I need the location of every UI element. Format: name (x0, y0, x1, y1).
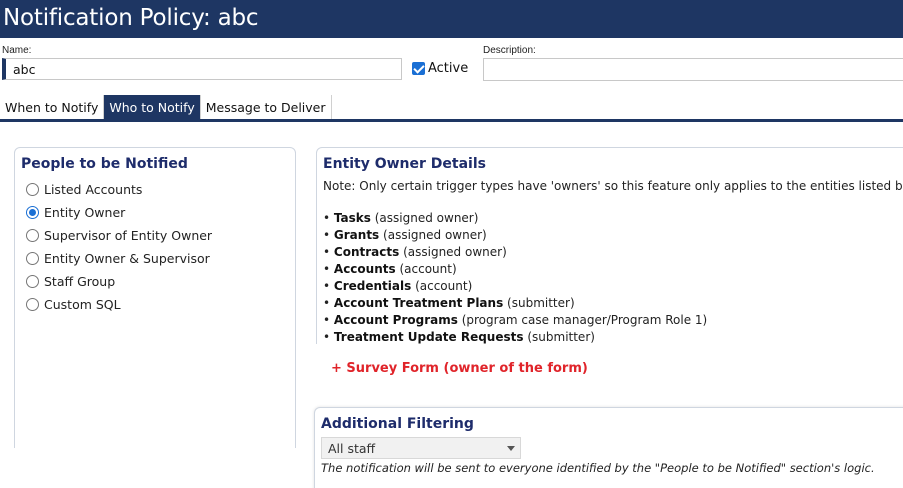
radio-listed-accounts[interactable]: Listed Accounts (26, 182, 142, 197)
entity-name: Account Programs (333, 313, 458, 327)
entity-name: Tasks (333, 211, 371, 225)
radio-button[interactable] (26, 298, 39, 311)
entity-list-item: • Credentials (account) (323, 279, 473, 293)
tab-when-to-notify[interactable]: When to Notify (0, 95, 105, 119)
name-field[interactable]: abc (2, 58, 402, 80)
radio-label: Listed Accounts (44, 182, 143, 197)
filtering-note: The notification will be sent to everyon… (321, 461, 875, 475)
tab-message-to-deliver[interactable]: Message to Deliver (200, 95, 332, 119)
radio-label: Entity Owner (44, 205, 126, 220)
name-label: Name: (2, 45, 32, 56)
active-label: Active (428, 60, 469, 76)
radio-button[interactable] (26, 183, 39, 196)
entity-name: Credentials (333, 279, 412, 293)
radio-entity-owner-and-supervisor[interactable]: Entity Owner & Supervisor (26, 251, 210, 266)
page-background (0, 448, 300, 488)
staff-filter-value: All staff (328, 441, 376, 456)
entity-list-item: • Accounts (account) (323, 262, 457, 276)
entity-detail: (assigned owner) (403, 245, 507, 259)
entity-list-item: • Tasks (assigned owner) (323, 211, 479, 225)
entity-detail: (submitter) (527, 330, 595, 344)
radio-staff-group[interactable]: Staff Group (26, 274, 115, 289)
tab-bar: When to Notify Who to Notify Message to … (0, 95, 332, 119)
radio-supervisor-of-entity-owner[interactable]: Supervisor of Entity Owner (26, 228, 212, 243)
entity-list-item: • Grants (assigned owner) (323, 228, 487, 242)
radio-button-selected[interactable] (26, 206, 39, 219)
entity-name: Grants (333, 228, 380, 242)
entity-detail: (submitter) (507, 296, 575, 310)
entity-name: Accounts (333, 262, 396, 276)
entity-list-item: • Contracts (assigned owner) (323, 245, 507, 259)
title-bar: Notification Policy: abc (0, 0, 903, 38)
entity-detail: (account) (399, 262, 457, 276)
active-checkbox[interactable] (412, 61, 425, 75)
tab-divider (0, 119, 903, 122)
description-field[interactable] (483, 58, 903, 81)
radio-custom-sql[interactable]: Custom SQL (26, 297, 121, 312)
staff-filter-select[interactable]: All staff (321, 437, 521, 459)
radio-button[interactable] (26, 252, 39, 265)
survey-form-item: + Survey Form (owner of the form) (331, 361, 588, 376)
chevron-down-icon (507, 446, 515, 451)
entity-list-item: • Treatment Update Requests (submitter) (323, 330, 595, 344)
entity-detail: (account) (415, 279, 473, 293)
entity-detail: (program case manager/Program Role 1) (461, 313, 708, 327)
entity-list-item: • Account Programs (program case manager… (323, 313, 708, 327)
entity-detail: (assigned owner) (383, 228, 487, 242)
radio-button[interactable] (26, 275, 39, 288)
entity-owner-title: Entity Owner Details (323, 156, 486, 172)
additional-filtering-panel: Additional Filtering All staff The notif… (314, 407, 903, 488)
entity-name: Account Treatment Plans (333, 296, 504, 310)
radio-label: Staff Group (44, 274, 116, 289)
entity-owner-note: Note: Only certain trigger types have 'o… (323, 179, 903, 193)
entity-list-item: • Account Treatment Plans (submitter) (323, 296, 575, 310)
radio-label: Supervisor of Entity Owner (44, 228, 213, 243)
radio-entity-owner[interactable]: Entity Owner (26, 205, 125, 220)
people-panel: People to be Notified Listed Accounts En… (14, 147, 296, 467)
radio-label: Custom SQL (44, 297, 121, 312)
description-label: Description: (483, 45, 536, 56)
entity-detail: (assigned owner) (374, 211, 479, 225)
tab-who-to-notify[interactable]: Who to Notify (104, 95, 201, 119)
radio-label: Entity Owner & Supervisor (44, 251, 210, 266)
people-title: People to be Notified (21, 156, 188, 172)
additional-filtering-title: Additional Filtering (321, 416, 474, 432)
page-title: Notification Policy: abc (3, 5, 259, 31)
entity-name: Treatment Update Requests (333, 330, 524, 344)
entity-name: Contracts (333, 245, 400, 259)
active-toggle[interactable]: Active (412, 60, 468, 76)
radio-button[interactable] (26, 229, 39, 242)
